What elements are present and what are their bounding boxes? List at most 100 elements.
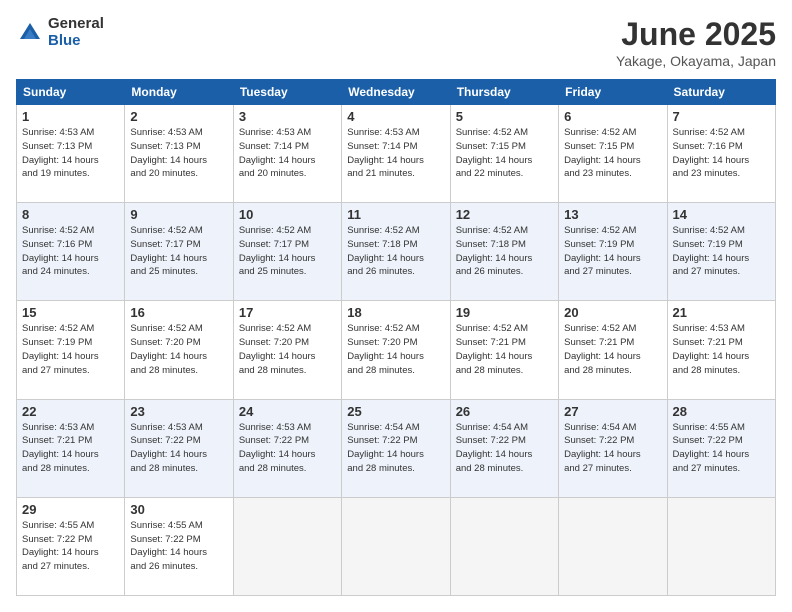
table-row: 17 Sunrise: 4:52 AM Sunset: 7:20 PM Dayli… [233, 301, 341, 399]
calendar-table: Sunday Monday Tuesday Wednesday Thursday… [16, 79, 776, 596]
table-row: 29 Sunrise: 4:55 AM Sunset: 7:22 PM Dayli… [17, 497, 125, 595]
day-detail: Sunrise: 4:54 AM Sunset: 7:22 PM Dayligh… [456, 421, 553, 476]
header-friday: Friday [559, 80, 667, 105]
day-number: 24 [239, 404, 336, 419]
calendar-week-row: 22Sunrise: 4:53 AM Sunset: 7:21 PM Dayli… [17, 399, 776, 497]
table-row: 8 Sunrise: 4:52 AM Sunset: 7:16 PM Daylig… [17, 203, 125, 301]
table-row: 15 Sunrise: 4:52 AM Sunset: 7:19 PM Dayli… [17, 301, 125, 399]
table-row: 3Sunrise: 4:53 AM Sunset: 7:14 PM Daylig… [233, 105, 341, 203]
day-detail: Sunrise: 4:52 AM Sunset: 7:15 PM Dayligh… [564, 126, 661, 181]
table-row: 12 Sunrise: 4:52 AM Sunset: 7:18 PM Dayli… [450, 203, 558, 301]
calendar-header-row: Sunday Monday Tuesday Wednesday Thursday… [17, 80, 776, 105]
day-detail: Sunrise: 4:52 AM Sunset: 7:19 PM Dayligh… [564, 224, 661, 279]
day-number: 8 [22, 207, 119, 222]
day-number: 17 [239, 305, 336, 320]
day-number: 9 [130, 207, 227, 222]
header-sunday: Sunday [17, 80, 125, 105]
header: General Blue June 2025 Yakage, Okayama, … [16, 16, 776, 69]
day-number: 2 [130, 109, 227, 124]
day-detail: Sunrise: 4:54 AM Sunset: 7:22 PM Dayligh… [564, 421, 661, 476]
table-row: 16Sunrise: 4:52 AM Sunset: 7:20 PM Dayli… [125, 301, 233, 399]
day-number: 23 [130, 404, 227, 419]
day-detail: Sunrise: 4:52 AM Sunset: 7:18 PM Dayligh… [347, 224, 444, 279]
day-number: 11 [347, 207, 444, 222]
day-number: 19 [456, 305, 553, 320]
day-detail: Sunrise: 4:52 AM Sunset: 7:17 PM Dayligh… [130, 224, 227, 279]
table-row [559, 497, 667, 595]
day-detail: Sunrise: 4:53 AM Sunset: 7:22 PM Dayligh… [239, 421, 336, 476]
day-number: 12 [456, 207, 553, 222]
header-saturday: Saturday [667, 80, 775, 105]
day-detail: Sunrise: 4:52 AM Sunset: 7:16 PM Dayligh… [22, 224, 119, 279]
day-detail: Sunrise: 4:55 AM Sunset: 7:22 PM Dayligh… [130, 519, 227, 574]
day-detail: Sunrise: 4:55 AM Sunset: 7:22 PM Dayligh… [22, 519, 119, 574]
day-detail: Sunrise: 4:52 AM Sunset: 7:15 PM Dayligh… [456, 126, 553, 181]
day-number: 14 [673, 207, 770, 222]
day-detail: Sunrise: 4:52 AM Sunset: 7:16 PM Dayligh… [673, 126, 770, 181]
header-tuesday: Tuesday [233, 80, 341, 105]
day-detail: Sunrise: 4:53 AM Sunset: 7:14 PM Dayligh… [347, 126, 444, 181]
day-detail: Sunrise: 4:52 AM Sunset: 7:20 PM Dayligh… [239, 322, 336, 377]
table-row: 19 Sunrise: 4:52 AM Sunset: 7:21 PM Dayli… [450, 301, 558, 399]
day-detail: Sunrise: 4:52 AM Sunset: 7:19 PM Dayligh… [673, 224, 770, 279]
header-thursday: Thursday [450, 80, 558, 105]
day-detail: Sunrise: 4:55 AM Sunset: 7:22 PM Dayligh… [673, 421, 770, 476]
day-number: 27 [564, 404, 661, 419]
calendar-week-row: 15 Sunrise: 4:52 AM Sunset: 7:19 PM Dayli… [17, 301, 776, 399]
day-detail: Sunrise: 4:52 AM Sunset: 7:19 PM Dayligh… [22, 322, 119, 377]
day-number: 26 [456, 404, 553, 419]
table-row: 13 Sunrise: 4:52 AM Sunset: 7:19 PM Dayli… [559, 203, 667, 301]
day-number: 7 [673, 109, 770, 124]
calendar-week-row: 29 Sunrise: 4:55 AM Sunset: 7:22 PM Dayli… [17, 497, 776, 595]
day-number: 3 [239, 109, 336, 124]
day-detail: Sunrise: 4:53 AM Sunset: 7:13 PM Dayligh… [22, 126, 119, 181]
logo-icon [16, 19, 44, 47]
day-detail: Sunrise: 4:52 AM Sunset: 7:21 PM Dayligh… [564, 322, 661, 377]
day-number: 28 [673, 404, 770, 419]
table-row: 21 Sunrise: 4:53 AM Sunset: 7:21 PM Dayli… [667, 301, 775, 399]
logo: General Blue [16, 16, 104, 49]
day-detail: Sunrise: 4:52 AM Sunset: 7:20 PM Dayligh… [347, 322, 444, 377]
table-row: 27 Sunrise: 4:54 AM Sunset: 7:22 PM Dayli… [559, 399, 667, 497]
day-number: 30 [130, 502, 227, 517]
day-number: 18 [347, 305, 444, 320]
title-location: Yakage, Okayama, Japan [616, 53, 776, 69]
table-row: 14 Sunrise: 4:52 AM Sunset: 7:19 PM Dayli… [667, 203, 775, 301]
table-row: 10Sunrise: 4:52 AM Sunset: 7:17 PM Dayli… [233, 203, 341, 301]
day-detail: Sunrise: 4:53 AM Sunset: 7:21 PM Dayligh… [673, 322, 770, 377]
table-row: 24 Sunrise: 4:53 AM Sunset: 7:22 PM Dayli… [233, 399, 341, 497]
day-number: 15 [22, 305, 119, 320]
table-row: 20 Sunrise: 4:52 AM Sunset: 7:21 PM Dayli… [559, 301, 667, 399]
table-row [342, 497, 450, 595]
page: General Blue June 2025 Yakage, Okayama, … [0, 0, 792, 612]
calendar-week-row: 8 Sunrise: 4:52 AM Sunset: 7:16 PM Daylig… [17, 203, 776, 301]
day-number: 1 [22, 109, 119, 124]
table-row: 11 Sunrise: 4:52 AM Sunset: 7:18 PM Dayli… [342, 203, 450, 301]
day-number: 29 [22, 502, 119, 517]
day-number: 21 [673, 305, 770, 320]
table-row: 4 Sunrise: 4:53 AM Sunset: 7:14 PM Daylig… [342, 105, 450, 203]
day-number: 16 [130, 305, 227, 320]
title-month: June 2025 [616, 16, 776, 53]
day-number: 5 [456, 109, 553, 124]
title-block: June 2025 Yakage, Okayama, Japan [616, 16, 776, 69]
table-row: 22Sunrise: 4:53 AM Sunset: 7:21 PM Dayli… [17, 399, 125, 497]
header-monday: Monday [125, 80, 233, 105]
day-detail: Sunrise: 4:53 AM Sunset: 7:22 PM Dayligh… [130, 421, 227, 476]
logo-text: General Blue [48, 16, 104, 49]
logo-blue: Blue [48, 33, 104, 50]
table-row: 2Sunrise: 4:53 AM Sunset: 7:13 PM Daylig… [125, 105, 233, 203]
day-number: 6 [564, 109, 661, 124]
day-number: 20 [564, 305, 661, 320]
table-row [233, 497, 341, 595]
day-detail: Sunrise: 4:52 AM Sunset: 7:21 PM Dayligh… [456, 322, 553, 377]
table-row: 26 Sunrise: 4:54 AM Sunset: 7:22 PM Dayli… [450, 399, 558, 497]
day-number: 25 [347, 404, 444, 419]
day-number: 13 [564, 207, 661, 222]
day-detail: Sunrise: 4:53 AM Sunset: 7:21 PM Dayligh… [22, 421, 119, 476]
day-number: 10 [239, 207, 336, 222]
table-row: 18 Sunrise: 4:52 AM Sunset: 7:20 PM Dayli… [342, 301, 450, 399]
day-number: 4 [347, 109, 444, 124]
day-detail: Sunrise: 4:52 AM Sunset: 7:18 PM Dayligh… [456, 224, 553, 279]
logo-general: General [48, 16, 104, 33]
